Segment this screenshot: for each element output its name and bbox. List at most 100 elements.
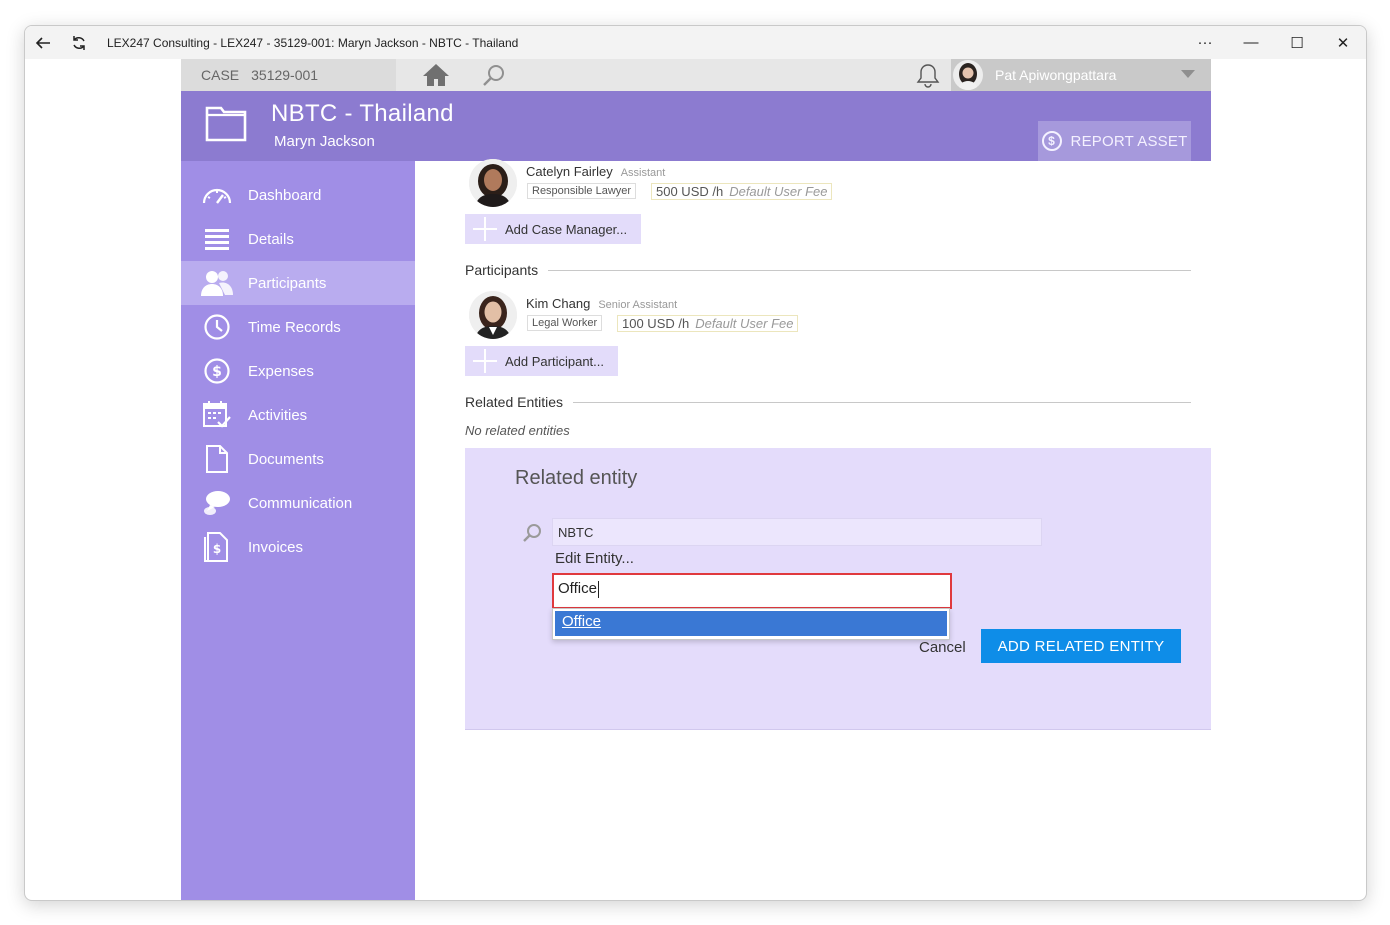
sidebar-item-label: Dashboard [248,186,322,204]
related-entity-panel: Related entity NBTC Edit Entity... Offic… [465,448,1211,730]
person-name: Kim Chang [526,296,591,311]
sidebar-item-dashboard[interactable]: Dashboard [181,173,415,217]
case-indicator: CASE 35129-001 [181,59,396,91]
gauge-icon [199,180,235,210]
section-title: Participants [465,262,539,278]
list-icon [199,224,235,254]
fee-note: Default User Fee [695,316,794,331]
more-options-button[interactable]: ··· [1182,26,1228,59]
calendar-check-icon [199,400,235,430]
text-cursor [597,580,599,598]
search-icon[interactable] [481,63,507,87]
people-icon [199,268,235,298]
person-name: Catelyn Fairley [526,164,613,179]
svg-text:$: $ [212,364,222,380]
case-number: 35129-001 [251,67,319,83]
section-title: Related Entities [465,394,564,410]
top-bar: CASE 35129-001 Pat Apiwongpattara [181,59,1211,91]
document-icon [199,444,235,474]
person-fee[interactable]: 100 USD /h Default User Fee [617,315,799,332]
maximize-button[interactable]: ☐ [1274,26,1320,59]
entity-role-input[interactable]: Office [552,573,952,609]
fee-note: Default User Fee [729,184,828,199]
add-case-manager-button[interactable]: Add Case Manager... [465,214,642,244]
window-title: LEX247 Consulting - LEX247 - 35129-001: … [107,35,519,50]
user-name: Pat Apiwongpattara [995,67,1117,83]
app-content: CASE 35129-001 Pat Apiwongpattara NBTC -… [181,59,1211,900]
person-fee[interactable]: 500 USD /h Default User Fee [651,183,833,200]
sidebar-item-label: Expenses [248,362,314,380]
sidebar-item-invoices[interactable]: $ Invoices [181,525,415,569]
refresh-icon[interactable] [61,26,97,59]
person-tag: Responsible Lawyer [527,183,637,199]
sidebar-item-expenses[interactable]: $ Expenses [181,349,415,393]
back-arrow-icon[interactable] [25,26,61,59]
case-header: NBTC - Thailand Maryn Jackson $ REPORT A… [181,91,1211,161]
avatar [469,159,517,207]
search-icon [523,524,541,542]
sidebar-item-documents[interactable]: Documents [181,437,415,481]
sidebar-item-communication[interactable]: Communication [181,481,415,525]
sidebar-item-label: Time Records [248,318,341,336]
client-name: Maryn Jackson [274,133,375,150]
case-label: CASE [201,67,240,83]
add-case-manager-label: Add Case Manager... [505,221,628,237]
related-entities-section-header: Related Entities [465,394,1191,410]
divider [548,269,1191,271]
avatar [469,291,517,339]
sidebar-item-label: Invoices [248,538,304,556]
empty-state-text: No related entities [465,423,570,438]
divider [573,401,1191,403]
fee-value: 500 USD /h [656,184,724,199]
add-participant-label: Add Participant... [505,353,604,369]
add-related-entity-button[interactable]: ADD RELATED ENTITY [981,629,1181,663]
sidebar-item-label: Activities [248,406,308,424]
home-icon[interactable] [421,62,451,88]
edit-entity-link[interactable]: Edit Entity... [555,550,634,567]
cancel-button[interactable]: Cancel [919,639,966,656]
chat-icon [199,488,235,518]
title-bar: LEX247 Consulting - LEX247 - 35129-001: … [25,26,1366,59]
report-asset-label: REPORT ASSET [1070,132,1188,150]
app-window: LEX247 Consulting - LEX247 - 35129-001: … [24,25,1367,901]
sidebar-item-label: Participants [248,274,327,292]
person-tag: Legal Worker [527,315,603,331]
fee-value: 100 USD /h [622,316,690,331]
plus-icon [465,346,505,376]
clock-icon [199,312,235,342]
dollar-circle-icon: $ [199,356,235,386]
sidebar-item-details[interactable]: Details [181,217,415,261]
panel-title: Related entity [515,467,638,489]
sidebar: Dashboard Details Participants Time Reco… [181,161,415,900]
close-button[interactable]: ✕ [1320,26,1366,59]
minimize-button[interactable]: — [1228,26,1274,59]
sidebar-item-label: Communication [248,494,353,512]
autocomplete-dropdown: Office [552,608,950,640]
entity-role-value: Office [558,580,597,597]
page-title: NBTC - Thailand [271,100,454,127]
autocomplete-option[interactable]: Office [555,611,947,636]
person-role: Senior Assistant [598,299,678,311]
main-content: Catelyn Fairley Assistant Responsible Law… [415,159,1211,900]
sidebar-item-label: Details [248,230,294,248]
sidebar-item-activities[interactable]: Activities [181,393,415,437]
svg-text:$: $ [213,542,221,556]
case-manager-card: Catelyn Fairley Assistant Responsible Law… [469,159,969,211]
participants-section-header: Participants [465,262,1191,278]
user-menu[interactable]: Pat Apiwongpattara [951,59,1211,91]
sidebar-item-label: Documents [248,450,324,468]
folder-icon [205,106,247,142]
add-participant-button[interactable]: Add Participant... [465,346,618,376]
bell-icon[interactable] [915,62,941,88]
invoice-icon: $ [199,532,235,562]
participant-card: Kim Chang Senior Assistant Legal Worker 1… [469,291,969,343]
entity-search-input[interactable]: NBTC [552,518,1042,546]
chevron-down-icon[interactable] [1181,70,1195,78]
dollar-circle-icon: $ [1041,131,1062,151]
sidebar-item-time-records[interactable]: Time Records [181,305,415,349]
person-role: Assistant [620,167,666,179]
plus-icon [465,214,505,244]
report-asset-button[interactable]: $ REPORT ASSET [1038,121,1191,161]
sidebar-item-participants[interactable]: Participants [181,261,415,305]
avatar [953,60,983,90]
